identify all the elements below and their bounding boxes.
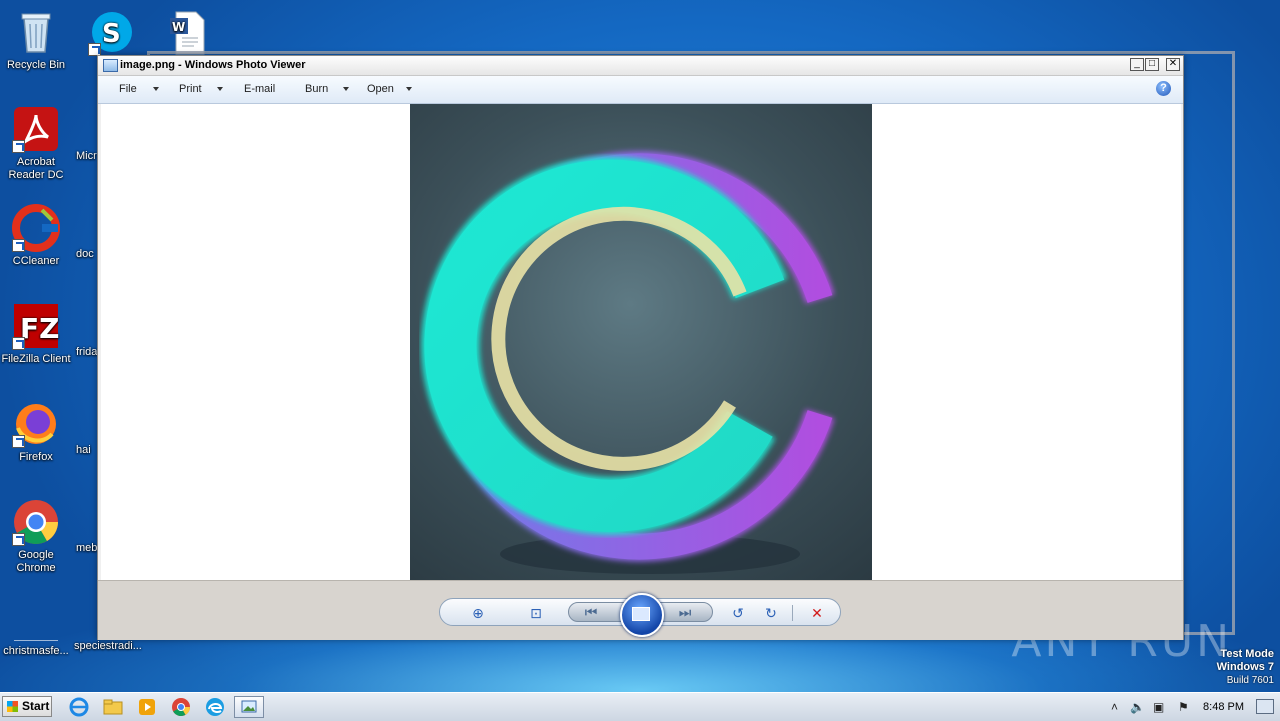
desktop-icon-label: FileZilla Client (1, 353, 71, 365)
letter-c-logo-image (421, 151, 835, 574)
desktop-icon-label: Google Chrome (16, 549, 56, 574)
rotate-clockwise-icon[interactable]: ↻ (763, 605, 779, 621)
desktop-icon-christmasfe[interactable]: christmasfe... (0, 622, 72, 658)
maximize-button[interactable]: □ (1145, 58, 1159, 71)
test-mode-notice: Test Mode Windows 7 Build 7601 (1217, 648, 1274, 687)
clock[interactable]: 8:48 PM (1203, 701, 1244, 713)
help-icon[interactable]: ? (1156, 81, 1171, 96)
firefox-icon (12, 400, 60, 448)
desktop-icon-label: christmasfe... (3, 645, 69, 657)
play-slideshow-button[interactable] (620, 593, 664, 637)
acrobat-reader-icon (12, 105, 60, 153)
desktop-icon-label: CCleaner (12, 255, 60, 267)
actual-size-icon[interactable]: ⊡ (528, 605, 544, 621)
filezilla-icon: FZ (12, 302, 60, 350)
photo-viewer-window[interactable]: image.png - Windows Photo Viewer _ □ ✕ F… (97, 55, 1184, 640)
network-icon[interactable]: ▣ (1153, 700, 1164, 714)
skype-icon: S (88, 8, 136, 56)
desktop-icon-label: Recycle Bin (6, 59, 66, 71)
desktop: Recycle Bin Acrobat Reader DC CCleaner F… (0, 0, 1280, 692)
viewer-toolbar: ⊕ ⊡ ⏮ ⏭ ↺ ↻ ✕ (439, 593, 841, 637)
menu-email[interactable]: E-mail (244, 83, 275, 95)
displayed-image (410, 104, 872, 580)
menu-file[interactable]: File (119, 83, 137, 95)
chevron-down-icon[interactable] (343, 87, 349, 91)
chevron-down-icon[interactable] (406, 87, 412, 91)
delete-icon[interactable]: ✕ (809, 605, 825, 621)
previous-icon[interactable]: ⏮ (583, 604, 599, 620)
desktop-icon-acrobat-reader[interactable]: Acrobat Reader DC (0, 105, 72, 182)
desktop-icon-skype[interactable]: S (76, 8, 148, 59)
zoom-icon[interactable]: ⊕ (470, 605, 486, 621)
desktop-icon-speciestradi[interactable]: speciestradi... (74, 640, 146, 653)
menu-print[interactable]: Print (179, 83, 202, 95)
next-icon[interactable]: ⏭ (677, 604, 693, 620)
desktop-icon-recycle-bin[interactable]: Recycle Bin (0, 8, 72, 72)
desktop-icon-firefox[interactable]: Firefox (0, 400, 72, 464)
svg-text:FZ: FZ (20, 312, 59, 345)
desktop-icon-label: Acrobat Reader DC (8, 156, 64, 181)
chrome-taskbar-icon[interactable] (170, 696, 192, 718)
ccleaner-icon (12, 204, 60, 252)
edge-icon[interactable] (204, 696, 226, 718)
viewer-controls-panel: ⊕ ⊡ ⏮ ⏭ ↺ ↻ ✕ (98, 580, 1183, 640)
action-center-flag-icon[interactable]: ⚑ (1178, 700, 1189, 714)
desktop-icon-filezilla[interactable]: FZ FileZilla Client (0, 302, 72, 366)
test-mode-line: Build 7601 (1226, 675, 1274, 686)
test-mode-line: Test Mode (1220, 648, 1274, 660)
start-button[interactable]: Start (2, 696, 52, 717)
menu-open[interactable]: Open (367, 83, 394, 95)
chevron-down-icon[interactable] (153, 87, 159, 91)
desktop-icon-google-chrome[interactable]: Google Chrome (0, 498, 72, 575)
window-title: image.png - Windows Photo Viewer (120, 59, 306, 71)
show-desktop-icon[interactable] (1256, 699, 1274, 714)
desktop-icon-label: speciestradi... (74, 640, 142, 652)
svg-text:W: W (172, 20, 185, 34)
minimize-button[interactable]: _ (1130, 58, 1144, 71)
test-mode-line: Windows 7 (1216, 661, 1274, 673)
desktop-icon-label: Firefox (19, 451, 53, 463)
internet-explorer-icon[interactable] (68, 696, 90, 718)
file-explorer-icon[interactable] (102, 696, 124, 718)
media-player-icon[interactable] (136, 696, 158, 718)
recycle-bin-icon (12, 8, 60, 56)
word-document-icon: W (164, 8, 212, 56)
photo-viewer-app-icon (103, 59, 118, 72)
image-view-area[interactable] (101, 104, 1181, 580)
desktop-icon-ccleaner[interactable]: CCleaner (0, 204, 72, 268)
photo-viewer-taskbar-button[interactable] (234, 696, 264, 718)
chevron-down-icon[interactable] (217, 87, 223, 91)
rotate-counterclockwise-icon[interactable]: ↺ (730, 605, 746, 621)
svg-text:S: S (102, 19, 121, 49)
toolbar-divider (792, 605, 793, 621)
menu-burn[interactable]: Burn (305, 83, 328, 95)
title-bar[interactable]: image.png - Windows Photo Viewer _ □ ✕ (98, 56, 1183, 76)
close-button[interactable]: ✕ (1166, 58, 1180, 71)
volume-icon[interactable]: 🔈 (1130, 700, 1145, 714)
command-bar: File Print E-mail Burn Open ? (98, 76, 1183, 104)
chrome-icon (12, 498, 60, 546)
show-hidden-icons-icon[interactable]: ˄ (1111, 700, 1118, 714)
taskbar: Start ˄ 🔈 ▣ ⚑ 8:48 PM (0, 692, 1280, 721)
